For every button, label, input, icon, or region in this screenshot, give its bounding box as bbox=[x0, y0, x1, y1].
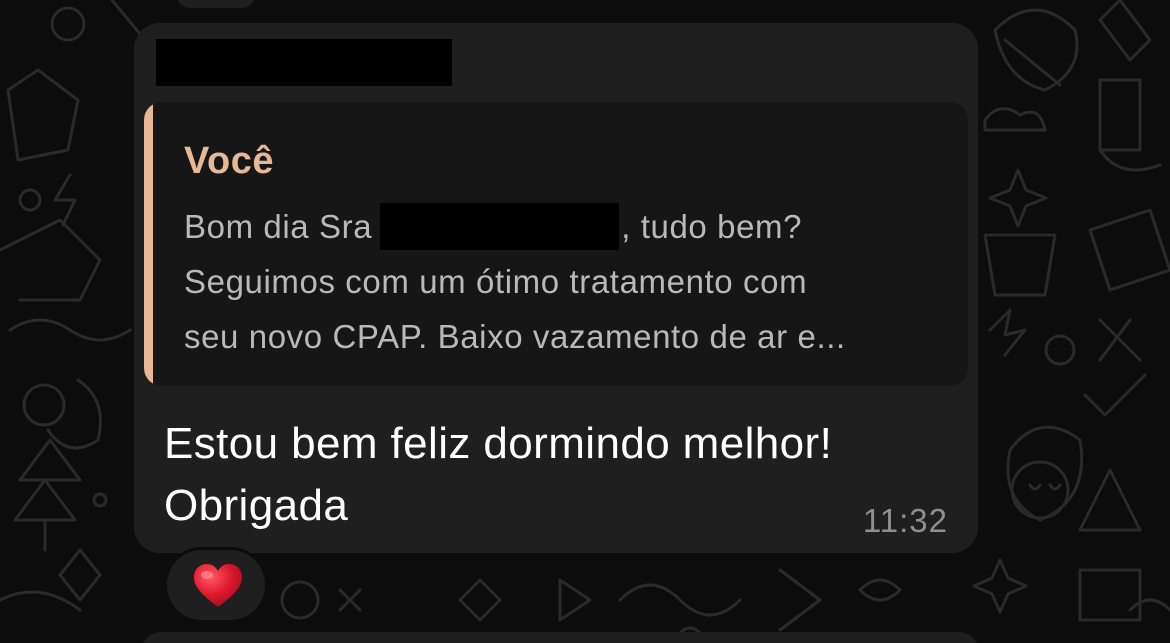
redacted-name bbox=[380, 203, 620, 250]
quoted-line-1: Bom dia Sra , tudo bem? bbox=[184, 199, 964, 254]
quoted-text: Bom dia Sra , tudo bem? Seguimos com um ó… bbox=[184, 199, 964, 364]
reaction-badge[interactable] bbox=[164, 547, 268, 623]
message-timestamp: 11:32 bbox=[862, 502, 948, 539]
quote-accent-bar bbox=[144, 102, 153, 386]
message-text: Estou bem feliz dormindo melhor! Obrigad… bbox=[164, 413, 964, 537]
redacted-sender-name bbox=[156, 39, 452, 86]
quoted-message[interactable]: Você Bom dia Sra , tudo bem? Seguimos com… bbox=[144, 102, 968, 386]
quoted-line-3: seu novo CPAP. Baixo vazamento de ar e..… bbox=[184, 318, 846, 355]
quoted-author: Você bbox=[184, 140, 275, 182]
message-line-2: Obrigada bbox=[164, 481, 349, 530]
quoted-line-1-start: Bom dia Sra bbox=[184, 208, 373, 245]
chat-background: Você Bom dia Sra , tudo bem? Seguimos com… bbox=[0, 0, 1170, 643]
message-bubble[interactable]: Você Bom dia Sra , tudo bem? Seguimos com… bbox=[134, 23, 978, 553]
message-line-1: Estou bem feliz dormindo melhor! bbox=[164, 419, 833, 468]
red-heart-icon bbox=[194, 564, 242, 607]
next-message-bubble-edge bbox=[140, 632, 980, 643]
previous-message-bubble-edge bbox=[176, 0, 256, 8]
quoted-line-1-end: , tudo bem? bbox=[621, 208, 803, 245]
quoted-line-2: Seguimos com um ótimo tratamento com bbox=[184, 263, 808, 300]
